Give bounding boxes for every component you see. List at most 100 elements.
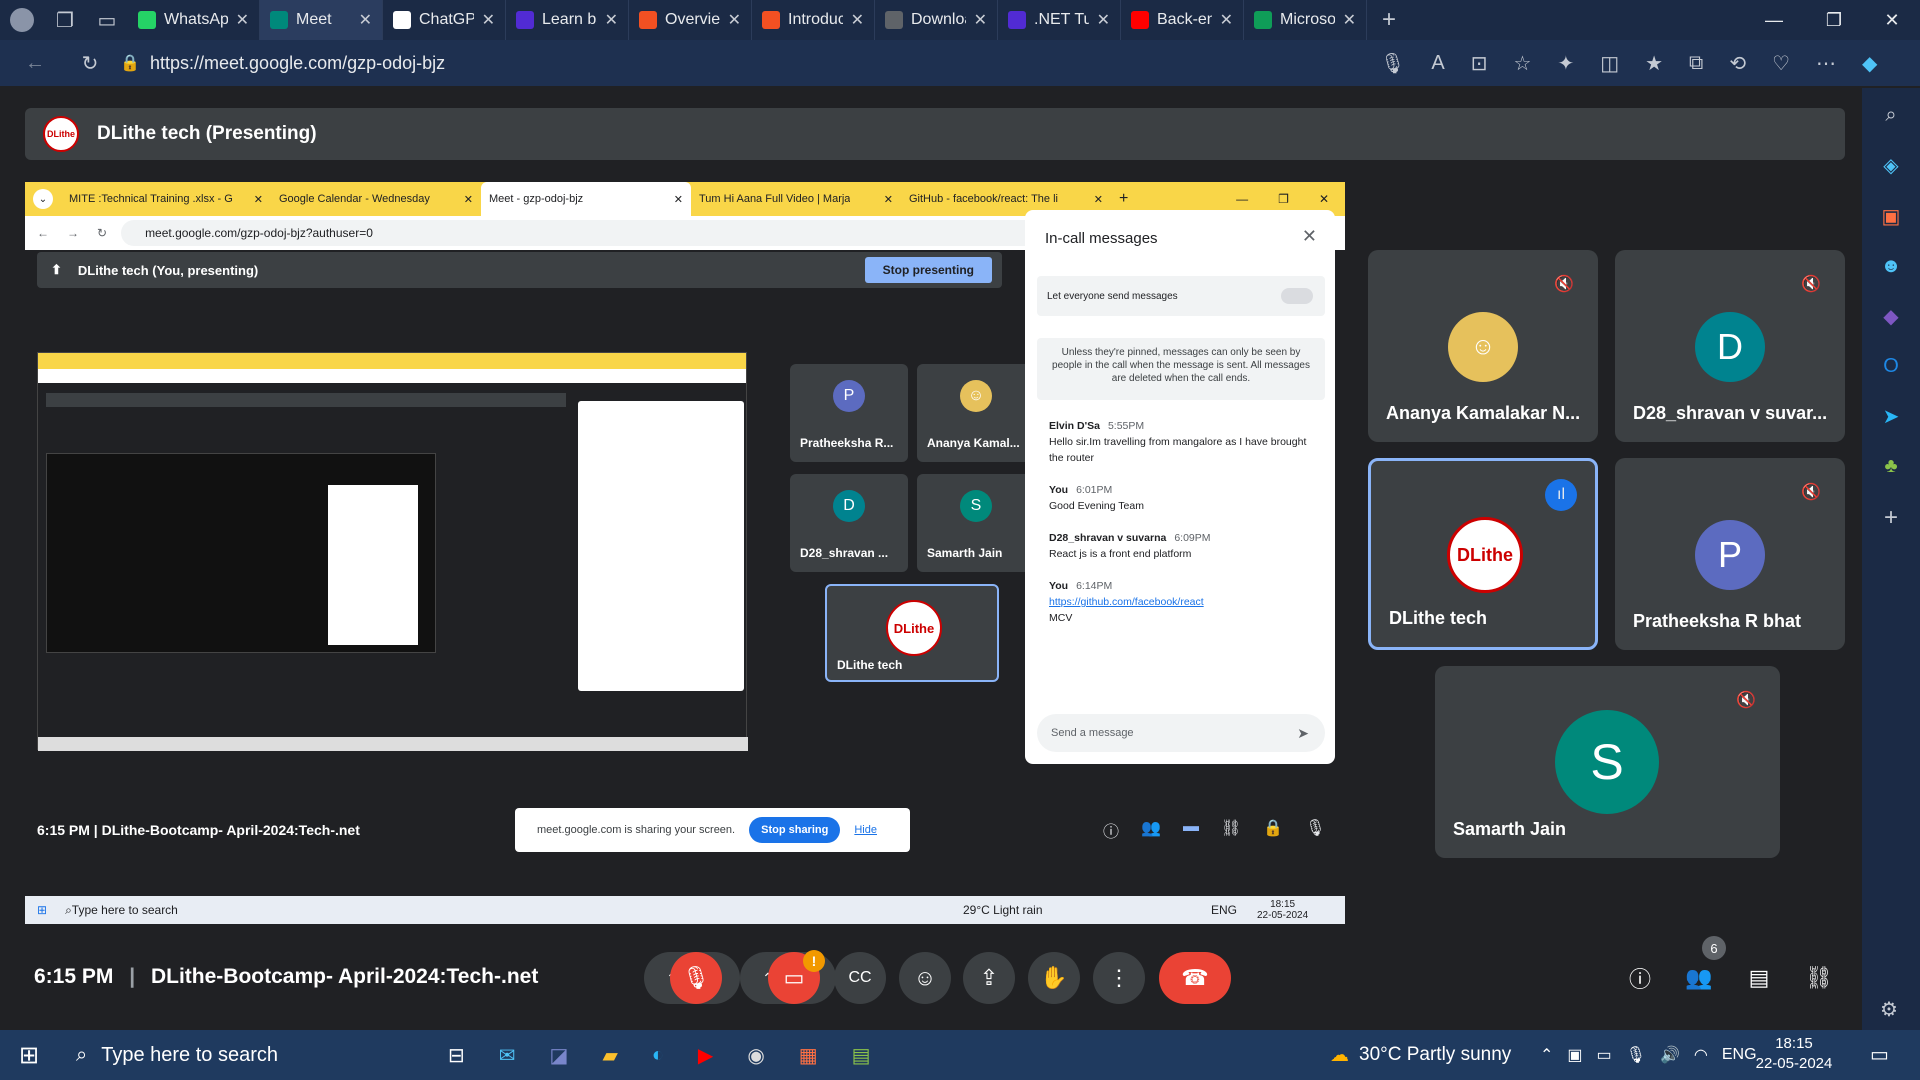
browser-tab[interactable]: ChatGPT ✕ [383, 0, 506, 40]
mic-icon[interactable]: 🎙 [1380, 51, 1405, 76]
youtube-icon[interactable]: ▶ [698, 1043, 713, 1068]
store-icon[interactable]: ▦ [799, 1043, 818, 1068]
health-icon[interactable]: ♡ [1772, 51, 1790, 76]
shared-meeting-info: 6:15 PM | DLithe-Bootcamp- April-2024:Te… [37, 822, 360, 838]
more-icon[interactable]: ⋯ [1816, 51, 1836, 76]
message-time: 6:09PM [1174, 532, 1211, 544]
editor-icon[interactable]: ◪ [550, 1043, 569, 1068]
file-explorer-icon[interactable]: ▰ [602, 1043, 617, 1068]
browser-tab[interactable]: Introducti ✕ [752, 0, 875, 40]
chat-message: Elvin D'Sa 5:55PM Hello sir.Im travelling … [1049, 418, 1319, 466]
close-tab-icon[interactable]: ✕ [974, 10, 987, 30]
chat-message: D28_shravan v suvarna 6:09PM React js is a… [1049, 530, 1319, 562]
send-icon[interactable]: ➤ [1883, 404, 1900, 429]
taskbar-search-box[interactable]: ⌕ Type here to search [58, 1030, 438, 1080]
sheet-icon[interactable]: ▤ [852, 1043, 871, 1068]
participant-tile-ananya[interactable]: ☺ 🔇 Ananya Kamalakar N... [1368, 250, 1598, 442]
browser-tab[interactable]: Download ✕ [875, 0, 998, 40]
activities-button[interactable]: ⛓ [1793, 952, 1845, 1004]
avatar: P [833, 380, 865, 412]
close-tab-icon[interactable]: ✕ [1097, 10, 1110, 30]
history-icon[interactable]: ⟲ [1729, 51, 1746, 76]
shared-tile-name: Samarth Jain [927, 546, 1003, 560]
activities-icon: ⛓ [1220, 820, 1242, 837]
more-options-button[interactable]: ⋮ [1093, 952, 1145, 1004]
people-icon[interactable]: ☻ [1880, 255, 1901, 278]
browser-tab[interactable]: Microsoft ✕ [1244, 0, 1367, 40]
settings-gear-icon[interactable]: ⚙ [1880, 997, 1898, 1022]
tab-actions-icon[interactable]: ▭ [86, 8, 128, 33]
games-icon[interactable]: ◆ [1883, 304, 1898, 329]
app-icon[interactable]: ⊡ [1471, 51, 1488, 76]
restore-icon[interactable]: ❐ [1806, 0, 1862, 40]
close-tab-icon[interactable]: ✕ [236, 10, 249, 30]
split-screen-icon[interactable]: ◫ [1600, 51, 1619, 76]
participant-tile-shravan[interactable]: D 🔇 D28_shravan v suvar... [1615, 250, 1845, 442]
close-tab-icon[interactable]: ✕ [605, 10, 618, 30]
new-tab-icon[interactable]: + [1367, 6, 1411, 34]
edge-icon[interactable]: ◐ [652, 1043, 664, 1068]
refresh-icon[interactable]: ↻ [70, 51, 110, 76]
browser-tab-bar: ❐ ▭ WhatsApp✕Meet✕ChatGPT✕Learn bac✕Over… [0, 0, 1920, 40]
task-view-icon[interactable]: ⊟ [448, 1043, 465, 1068]
close-tab-icon[interactable]: ✕ [1220, 10, 1233, 30]
add-icon[interactable]: + [1884, 504, 1898, 532]
mic-off-button[interactable]: 🎙 [670, 952, 722, 1004]
profile-avatar[interactable] [0, 8, 44, 32]
media-player-icon[interactable]: ◉ [747, 1043, 764, 1068]
participant-tile-dlithe[interactable]: DLithe ıl DLithe tech [1368, 458, 1598, 650]
tools-icon[interactable]: ▣ [1882, 204, 1901, 229]
hang-up-icon: ☎ [1181, 965, 1209, 990]
tag-icon[interactable]: ◈ [1883, 153, 1898, 178]
minimize-icon[interactable]: — [1746, 0, 1802, 40]
browser-tab[interactable]: Meet ✕ [260, 0, 383, 40]
warning-badge: ! [803, 950, 825, 972]
close-tab-icon[interactable]: ✕ [1343, 10, 1356, 30]
people-button[interactable]: 👥 [1673, 952, 1725, 1004]
browser-tab[interactable]: .NET Tuto ✕ [998, 0, 1121, 40]
tree-icon[interactable]: ♣ [1884, 455, 1897, 478]
leave-call-button[interactable]: ☎ [1159, 952, 1231, 1004]
close-tab-icon[interactable]: ✕ [728, 10, 741, 30]
browser-tab[interactable]: Overview ✕ [629, 0, 752, 40]
taskbar-clock[interactable]: 18:15 22-05-2024 [1746, 1034, 1842, 1074]
back-icon[interactable]: ← [0, 52, 70, 75]
browser-tab[interactable]: WhatsApp ✕ [128, 0, 260, 40]
windows-start-icon[interactable]: ⊞ [0, 1041, 58, 1070]
stop-sharing-button: Stop sharing [749, 817, 841, 843]
tab-favicon [393, 11, 411, 29]
workspaces-icon[interactable]: ❐ [44, 8, 86, 33]
favorite-star-icon[interactable]: ☆ [1514, 51, 1532, 76]
tab-label: Back-end [1157, 11, 1212, 28]
muted-mic-icon: 🔇 [1736, 692, 1756, 709]
copilot-icon[interactable]: ◆ [1862, 51, 1877, 76]
reactions-button[interactable]: ☺ [899, 952, 951, 1004]
close-tab-icon[interactable]: ✕ [482, 10, 495, 30]
meeting-details-button[interactable]: ⓘ [1614, 952, 1666, 1004]
favorites-icon[interactable]: ★ [1645, 51, 1663, 76]
close-tab-icon[interactable]: ✕ [851, 10, 864, 30]
search-icon[interactable]: ⌕ [1885, 104, 1896, 127]
close-window-icon[interactable]: ✕ [1864, 0, 1920, 40]
browser-tab[interactable]: Learn bac ✕ [506, 0, 629, 40]
outlook-icon[interactable]: O [1883, 355, 1899, 378]
chat-button[interactable]: ▤ [1733, 952, 1785, 1004]
captions-button[interactable]: CC [834, 952, 886, 1004]
close-tab-icon[interactable]: ✕ [359, 10, 372, 30]
message-text: Hello sir.Im travelling from mangalore a… [1049, 436, 1307, 464]
collections-icon[interactable]: ⧉ [1689, 51, 1703, 76]
present-button[interactable]: ⇪ [963, 952, 1015, 1004]
notifications-icon[interactable]: ▭ [1870, 1042, 1889, 1067]
message-time: 6:14PM [1076, 580, 1113, 592]
weather-widget[interactable]: ☁ 30°C Partly sunny [1330, 1030, 1511, 1080]
participant-tile-samarth[interactable]: S 🔇 Samarth Jain [1435, 666, 1780, 858]
browser-tab[interactable]: Back-end ✕ [1121, 0, 1244, 40]
shared-tab-label: MITE :Technical Training .xlsx - G [69, 193, 233, 205]
url-input[interactable]: https://meet.google.com/gzp-odoj-bjz [150, 53, 1270, 74]
mail-icon[interactable]: ✉ [499, 1043, 516, 1068]
windows-taskbar: ⊞ ⌕ Type here to search ⊟ ✉ ◪ ▰ ◐ ▶ ◉ ▦ ▤… [0, 1030, 1920, 1080]
extensions-icon[interactable]: ✦ [1557, 51, 1574, 76]
read-aloud-icon[interactable]: A [1431, 51, 1444, 76]
raise-hand-button[interactable]: ✋ [1028, 952, 1080, 1004]
participant-tile-pratheeksha[interactable]: P 🔇 Pratheeksha R bhat [1615, 458, 1845, 650]
